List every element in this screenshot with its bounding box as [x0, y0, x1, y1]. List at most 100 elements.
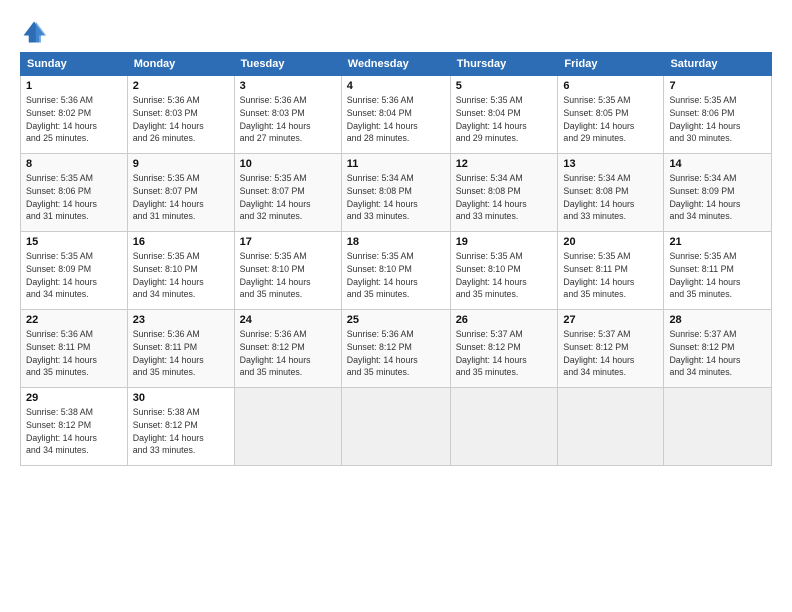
- day-info: Sunrise: 5:35 AMSunset: 8:10 PMDaylight:…: [240, 250, 336, 301]
- calendar-cell: 15 Sunrise: 5:35 AMSunset: 8:09 PMDayligh…: [21, 232, 128, 310]
- day-number: 8: [26, 158, 122, 170]
- calendar-cell: 28 Sunrise: 5:37 AMSunset: 8:12 PMDayligh…: [664, 310, 772, 388]
- calendar-cell: 4Sunrise: 5:36 AMSunset: 8:04 PMDaylight…: [341, 76, 450, 154]
- calendar-cell: 26 Sunrise: 5:37 AMSunset: 8:12 PMDayligh…: [450, 310, 558, 388]
- header-cell: Wednesday: [341, 53, 450, 76]
- calendar-cell: 18Sunrise: 5:35 AMSunset: 8:10 PMDayligh…: [341, 232, 450, 310]
- day-number: 10: [240, 158, 336, 170]
- day-info: Sunrise: 5:35 AMSunset: 8:10 PMDaylight:…: [133, 250, 229, 301]
- day-number: 11: [347, 158, 445, 170]
- day-info: Sunrise: 5:37 AMSunset: 8:12 PMDaylight:…: [563, 328, 658, 379]
- calendar-cell: [234, 388, 341, 466]
- calendar-cell: [450, 388, 558, 466]
- header-cell: Saturday: [664, 53, 772, 76]
- calendar-cell: 9 Sunrise: 5:35 AMSunset: 8:07 PMDaylight…: [127, 154, 234, 232]
- day-info: Sunrise: 5:37 AMSunset: 8:12 PMDaylight:…: [669, 328, 766, 379]
- day-info: Sunrise: 5:35 AMSunset: 8:11 PMDaylight:…: [669, 250, 766, 301]
- day-number: 26: [456, 314, 553, 326]
- day-number: 6: [563, 80, 658, 92]
- calendar-table: SundayMondayTuesdayWednesdayThursdayFrid…: [20, 52, 772, 466]
- day-info: Sunrise: 5:35 AMSunset: 8:10 PMDaylight:…: [456, 250, 553, 301]
- day-number: 16: [133, 236, 229, 248]
- calendar-cell: 20Sunrise: 5:35 AMSunset: 8:11 PMDayligh…: [558, 232, 664, 310]
- day-number: 9: [133, 158, 229, 170]
- calendar-week-row: 1 Sunrise: 5:36 AMSunset: 8:02 PMDaylight…: [21, 76, 772, 154]
- day-number: 7: [669, 80, 766, 92]
- calendar-cell: 5 Sunrise: 5:35 AMSunset: 8:04 PMDaylight…: [450, 76, 558, 154]
- calendar-cell: 23 Sunrise: 5:36 AMSunset: 8:11 PMDayligh…: [127, 310, 234, 388]
- day-info: Sunrise: 5:35 AMSunset: 8:06 PMDaylight:…: [669, 94, 766, 145]
- calendar-cell: 7 Sunrise: 5:35 AMSunset: 8:06 PMDaylight…: [664, 76, 772, 154]
- day-number: 2: [133, 80, 229, 92]
- calendar-cell: 27 Sunrise: 5:37 AMSunset: 8:12 PMDayligh…: [558, 310, 664, 388]
- day-number: 28: [669, 314, 766, 326]
- day-info: Sunrise: 5:35 AMSunset: 8:06 PMDaylight:…: [26, 172, 122, 223]
- header-cell: Sunday: [21, 53, 128, 76]
- calendar-cell: 14Sunrise: 5:34 AMSunset: 8:09 PMDayligh…: [664, 154, 772, 232]
- day-number: 30: [133, 392, 229, 404]
- day-number: 24: [240, 314, 336, 326]
- day-info: Sunrise: 5:36 AMSunset: 8:12 PMDaylight:…: [347, 328, 445, 379]
- calendar-cell: 13 Sunrise: 5:34 AMSunset: 8:08 PMDayligh…: [558, 154, 664, 232]
- calendar-week-row: 22 Sunrise: 5:36 AMSunset: 8:11 PMDayligh…: [21, 310, 772, 388]
- day-info: Sunrise: 5:35 AMSunset: 8:07 PMDaylight:…: [240, 172, 336, 223]
- calendar-cell: 11 Sunrise: 5:34 AMSunset: 8:08 PMDayligh…: [341, 154, 450, 232]
- day-number: 12: [456, 158, 553, 170]
- logo-icon: [20, 18, 48, 46]
- day-info: Sunrise: 5:34 AMSunset: 8:08 PMDaylight:…: [347, 172, 445, 223]
- day-info: Sunrise: 5:36 AMSunset: 8:03 PMDaylight:…: [133, 94, 229, 145]
- calendar-cell: 30 Sunrise: 5:38 AMSunset: 8:12 PMDayligh…: [127, 388, 234, 466]
- calendar-cell: 22 Sunrise: 5:36 AMSunset: 8:11 PMDayligh…: [21, 310, 128, 388]
- calendar-cell: 2 Sunrise: 5:36 AMSunset: 8:03 PMDaylight…: [127, 76, 234, 154]
- day-info: Sunrise: 5:37 AMSunset: 8:12 PMDaylight:…: [456, 328, 553, 379]
- calendar-week-row: 8 Sunrise: 5:35 AMSunset: 8:06 PMDaylight…: [21, 154, 772, 232]
- day-number: 23: [133, 314, 229, 326]
- calendar-cell: 10 Sunrise: 5:35 AMSunset: 8:07 PMDayligh…: [234, 154, 341, 232]
- day-info: Sunrise: 5:36 AMSunset: 8:02 PMDaylight:…: [26, 94, 122, 145]
- day-info: Sunrise: 5:35 AMSunset: 8:05 PMDaylight:…: [563, 94, 658, 145]
- day-info: Sunrise: 5:36 AMSunset: 8:12 PMDaylight:…: [240, 328, 336, 379]
- day-number: 4: [347, 80, 445, 92]
- day-number: 1: [26, 80, 122, 92]
- day-info: Sunrise: 5:34 AMSunset: 8:08 PMDaylight:…: [563, 172, 658, 223]
- calendar-cell: 3Sunrise: 5:36 AMSunset: 8:03 PMDaylight…: [234, 76, 341, 154]
- day-info: Sunrise: 5:35 AMSunset: 8:09 PMDaylight:…: [26, 250, 122, 301]
- calendar-cell: 25 Sunrise: 5:36 AMSunset: 8:12 PMDayligh…: [341, 310, 450, 388]
- calendar-cell: [341, 388, 450, 466]
- day-number: 5: [456, 80, 553, 92]
- calendar-cell: [558, 388, 664, 466]
- calendar-cell: 6 Sunrise: 5:35 AMSunset: 8:05 PMDaylight…: [558, 76, 664, 154]
- day-info: Sunrise: 5:34 AMSunset: 8:09 PMDaylight:…: [669, 172, 766, 223]
- day-info: Sunrise: 5:35 AMSunset: 8:10 PMDaylight:…: [347, 250, 445, 301]
- calendar-cell: 29Sunrise: 5:38 AMSunset: 8:12 PMDayligh…: [21, 388, 128, 466]
- day-number: 13: [563, 158, 658, 170]
- day-number: 27: [563, 314, 658, 326]
- day-info: Sunrise: 5:35 AMSunset: 8:07 PMDaylight:…: [133, 172, 229, 223]
- calendar-week-row: 29Sunrise: 5:38 AMSunset: 8:12 PMDayligh…: [21, 388, 772, 466]
- calendar-cell: 19 Sunrise: 5:35 AMSunset: 8:10 PMDayligh…: [450, 232, 558, 310]
- page: SundayMondayTuesdayWednesdayThursdayFrid…: [0, 0, 792, 612]
- day-number: 15: [26, 236, 122, 248]
- logo: [20, 18, 52, 46]
- calendar-cell: [664, 388, 772, 466]
- calendar-cell: 21Sunrise: 5:35 AMSunset: 8:11 PMDayligh…: [664, 232, 772, 310]
- day-number: 19: [456, 236, 553, 248]
- calendar-cell: 24 Sunrise: 5:36 AMSunset: 8:12 PMDayligh…: [234, 310, 341, 388]
- day-info: Sunrise: 5:36 AMSunset: 8:11 PMDaylight:…: [26, 328, 122, 379]
- header-row: SundayMondayTuesdayWednesdayThursdayFrid…: [21, 53, 772, 76]
- day-number: 25: [347, 314, 445, 326]
- day-info: Sunrise: 5:36 AMSunset: 8:11 PMDaylight:…: [133, 328, 229, 379]
- header-cell: Tuesday: [234, 53, 341, 76]
- header: [20, 18, 772, 46]
- day-number: 20: [563, 236, 658, 248]
- day-info: Sunrise: 5:34 AMSunset: 8:08 PMDaylight:…: [456, 172, 553, 223]
- calendar-cell: 16 Sunrise: 5:35 AMSunset: 8:10 PMDayligh…: [127, 232, 234, 310]
- day-info: Sunrise: 5:35 AMSunset: 8:04 PMDaylight:…: [456, 94, 553, 145]
- header-cell: Friday: [558, 53, 664, 76]
- calendar-cell: 17Sunrise: 5:35 AMSunset: 8:10 PMDayligh…: [234, 232, 341, 310]
- day-info: Sunrise: 5:38 AMSunset: 8:12 PMDaylight:…: [26, 406, 122, 457]
- day-number: 22: [26, 314, 122, 326]
- calendar-cell: 1 Sunrise: 5:36 AMSunset: 8:02 PMDaylight…: [21, 76, 128, 154]
- day-info: Sunrise: 5:38 AMSunset: 8:12 PMDaylight:…: [133, 406, 229, 457]
- day-number: 3: [240, 80, 336, 92]
